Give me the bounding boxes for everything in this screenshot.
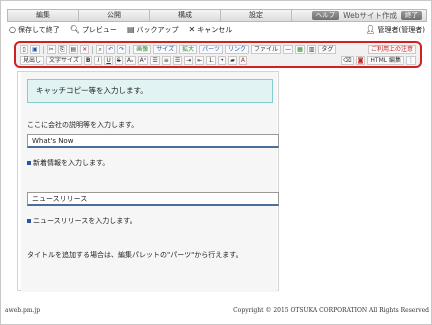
bullet-square-icon — [27, 161, 31, 165]
editor-toolbar-row-2: 見出し 文字サイズ B I U S Aₓ Aˣ ☰ ≡ ☰ ⇥ ⇤ ⒈ • ▰ … — [20, 55, 416, 66]
rss-icon[interactable]: ◙ — [355, 56, 366, 65]
toolbar-divider — [42, 45, 44, 54]
html-edit-button[interactable]: HTML 編集 — [367, 56, 404, 65]
backup-label: バックアップ — [136, 25, 179, 34]
user-icon: 👤︎ — [365, 24, 376, 34]
bold-icon[interactable]: B — [83, 56, 93, 65]
align-center-icon[interactable]: ≡ — [161, 56, 171, 65]
section-heading-whats-now[interactable]: What's Now — [27, 134, 279, 148]
menu-tab-edit[interactable]: 編集 — [8, 10, 79, 21]
release-item[interactable]: ニュースリリースを入力します。 — [27, 216, 137, 226]
menu-right-group: ヘルプ Webサイト作成 終了 — [311, 10, 426, 21]
highlight-icon[interactable]: ▰ — [228, 56, 237, 65]
font-size-button[interactable]: 文字サイズ — [46, 56, 82, 65]
cancel-label: キャンセル — [197, 25, 233, 34]
editor-toolbar-row-1: ▯ ▣ ✂ ⎘ ▤ ✕ ⌕ ↶ ↷ 画像 サイズ 拡大 パーツ リンク ファイル… — [20, 44, 416, 55]
section-heading-news-release[interactable]: ニュースリリース — [27, 192, 279, 206]
footer-domain: aweb.pm.jp — [5, 307, 41, 314]
menu-tab-settings[interactable]: 設定 — [221, 10, 292, 21]
bullet-list-icon[interactable]: • — [218, 56, 227, 65]
company-description[interactable]: ここに会社の説明等を入力します。 — [27, 120, 138, 130]
save-exit-label: 保存して終了 — [17, 25, 60, 34]
strikethrough-icon[interactable]: S — [114, 56, 123, 65]
backup-button[interactable]: ▤ バックアップ — [127, 25, 179, 35]
usage-notice-button[interactable]: ご利用上の注意 — [367, 45, 416, 54]
paste-icon[interactable]: ▤ — [68, 45, 79, 54]
editor-canvas: キャッチコピー等を入力します。 ここに会社の説明等を入力します。 What's … — [21, 72, 279, 292]
menu-bar: 編集 公開 構成 設定 ヘルプ Webサイト作成 終了 — [7, 9, 427, 22]
menu-tab-structure[interactable]: 構成 — [150, 10, 221, 21]
site-title: Webサイト作成 — [343, 11, 397, 20]
editor-area[interactable]: キャッチコピー等を入力します。 ここに会社の説明等を入力します。 What's … — [17, 71, 279, 292]
tag-button[interactable]: タグ — [318, 45, 337, 54]
copy-icon[interactable]: ⎘ — [57, 45, 67, 54]
italic-icon[interactable]: I — [94, 56, 103, 65]
image-button[interactable]: 画像 — [133, 45, 152, 54]
grid-icon[interactable]: ▥ — [306, 45, 317, 54]
cancel-button[interactable]: ✕ キャンセル — [189, 25, 233, 35]
save-exit-button[interactable]: ○ 保存して終了 — [9, 25, 60, 35]
eraser-icon[interactable]: ⌫ — [341, 56, 354, 65]
parts-button[interactable]: パーツ — [199, 45, 224, 54]
delete-icon[interactable]: ✕ — [80, 45, 90, 54]
link-button[interactable]: リンク — [225, 45, 250, 54]
backup-icon: ▤ — [126, 24, 135, 34]
numbered-list-icon[interactable]: ⒈ — [206, 56, 217, 65]
align-right-icon[interactable]: ☰ — [172, 56, 183, 65]
menu-tab-publish[interactable]: 公開 — [79, 10, 150, 21]
redo-icon[interactable]: ↷ — [117, 45, 127, 54]
find-icon[interactable]: ⌕ — [96, 45, 105, 54]
app-frame: 編集 公開 構成 設定 ヘルプ Webサイト作成 終了 ○ 保存して終了 🔍︎ … — [0, 0, 432, 325]
exit-button[interactable]: 終了 — [401, 11, 422, 20]
news-item[interactable]: 新着情報を入力します。 — [27, 158, 109, 168]
subscript-icon[interactable]: Aₓ — [124, 56, 136, 65]
more-icon[interactable]: ⋮ — [406, 56, 416, 65]
cut-icon[interactable]: ✂ — [46, 45, 56, 54]
add-title-note[interactable]: タイトルを追加する場合は、編集パレットの"パーツ"から行えます。 — [27, 250, 243, 260]
footer: aweb.pm.jp Copyright © 2015 OTSUKA CORPO… — [5, 307, 429, 317]
enlarge-button[interactable]: 拡大 — [179, 45, 198, 54]
circle-icon: ○ — [9, 24, 16, 34]
admin-info: 👤︎ 管理者(管理者) — [365, 25, 425, 35]
news-item-text: 新着情報を入力します。 — [33, 159, 110, 167]
heading-button[interactable]: 見出し — [20, 56, 45, 65]
editor-toolbar-panel: ▯ ▣ ✂ ⎘ ▤ ✕ ⌕ ↶ ↷ 画像 サイズ 拡大 パーツ リンク ファイル… — [14, 41, 422, 68]
save-icon[interactable]: ▣ — [30, 45, 40, 54]
release-item-text: ニュースリリースを入力します。 — [33, 217, 137, 225]
help-button[interactable]: ヘルプ — [311, 11, 340, 20]
magnifier-icon: 🔍︎ — [69, 24, 80, 34]
font-color-icon[interactable]: A — [238, 56, 248, 65]
action-toolbar: ○ 保存して終了 🔍︎ プレビュー ▤ バックアップ ✕ キャンセル 👤︎ 管理… — [9, 24, 425, 35]
indent-icon[interactable]: ⇥ — [184, 56, 194, 65]
close-icon: ✕ — [188, 24, 196, 34]
outdent-icon[interactable]: ⇤ — [195, 56, 205, 65]
preview-label: プレビュー — [81, 25, 117, 34]
toolbar-divider — [129, 45, 131, 54]
table-icon[interactable]: ▦ — [295, 45, 305, 54]
superscript-icon[interactable]: Aˣ — [137, 56, 149, 65]
undo-icon[interactable]: ↶ — [106, 45, 116, 54]
new-page-icon[interactable]: ▯ — [20, 45, 28, 54]
horizontal-rule-icon[interactable]: — — [283, 45, 294, 54]
align-left-icon[interactable]: ☰ — [150, 56, 160, 65]
footer-copyright: Copyright © 2015 OTSUKA CORPORATION All … — [233, 307, 429, 314]
bullet-square-icon — [27, 219, 31, 223]
admin-label: 管理者(管理者) — [377, 25, 425, 34]
size-button[interactable]: サイズ — [153, 45, 178, 54]
underline-icon[interactable]: U — [104, 56, 113, 65]
preview-button[interactable]: 🔍︎ プレビュー — [70, 25, 117, 35]
file-button[interactable]: ファイル — [251, 45, 282, 54]
catch-copy-block[interactable]: キャッチコピー等を入力します。 — [27, 79, 273, 103]
toolbar-divider — [92, 45, 94, 54]
